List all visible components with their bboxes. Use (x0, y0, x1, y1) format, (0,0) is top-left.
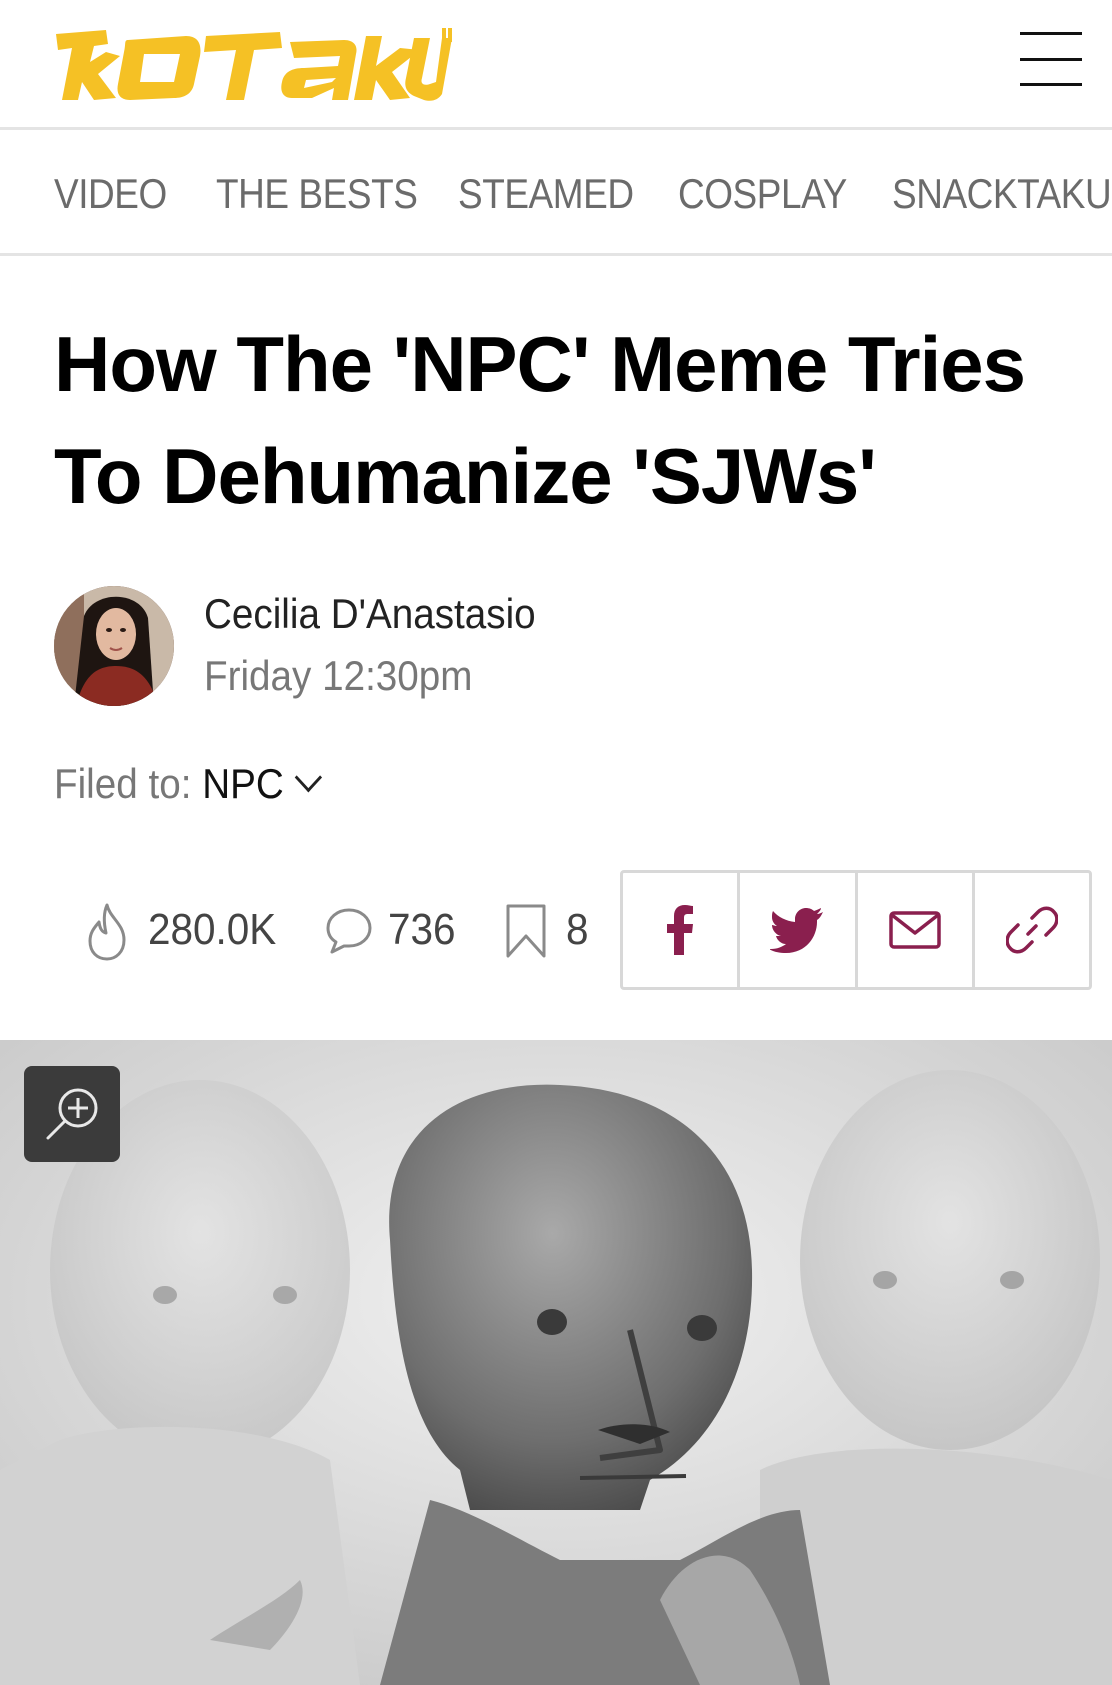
filed-to: Filed to: NPC (54, 760, 322, 808)
hamburger-icon (1020, 32, 1082, 35)
share-bar (620, 870, 1092, 990)
save-count: 8 (566, 905, 589, 954)
view-count: 280.0K (148, 905, 277, 954)
twitter-icon (770, 908, 824, 953)
nav-item-cosplay[interactable]: COSPLAY (678, 170, 847, 218)
share-email-button[interactable] (858, 873, 975, 987)
hamburger-line (1020, 58, 1082, 61)
avatar[interactable] (54, 586, 174, 706)
nav-item-steamed[interactable]: STEAMED (458, 170, 634, 218)
post-timestamp: Friday 12:30pm (204, 652, 473, 699)
share-facebook-button[interactable] (623, 873, 741, 987)
zoom-button[interactable] (24, 1066, 120, 1162)
author-name[interactable]: Cecilia D'Anastasio (204, 590, 536, 638)
filed-to-tag[interactable]: NPC (202, 760, 284, 807)
facebook-icon (667, 905, 694, 955)
nav-item-snacktaku[interactable]: SNACKTAKU (892, 170, 1112, 218)
flame-icon[interactable] (84, 902, 130, 962)
nav-item-video[interactable]: VIDEO (54, 170, 167, 218)
mail-icon (888, 911, 941, 949)
menu-button[interactable] (1020, 32, 1082, 86)
copy-link-button[interactable] (975, 873, 1089, 987)
link-icon (1005, 906, 1058, 954)
share-twitter-button[interactable] (740, 873, 858, 987)
hamburger-line (1020, 83, 1082, 86)
filed-to-label: Filed to: (54, 760, 203, 807)
comment-count: 736 (388, 905, 456, 954)
nav-item-the-bests[interactable]: THE BESTS (216, 170, 418, 218)
bookmark-icon[interactable] (504, 902, 548, 960)
chevron-down-icon[interactable] (294, 762, 322, 793)
section-nav: VIDEO THE BESTS STEAMED COSPLAY SNACKTAK… (0, 130, 1112, 256)
site-header (0, 0, 1112, 130)
article-title: How The 'NPC' Meme Tries To Dehumanize '… (54, 320, 1026, 520)
hero-image[interactable] (0, 1040, 1112, 1685)
comment-bubble-icon[interactable] (324, 906, 374, 956)
kotaku-logo[interactable] (54, 22, 454, 102)
zoom-in-icon (46, 1088, 98, 1140)
